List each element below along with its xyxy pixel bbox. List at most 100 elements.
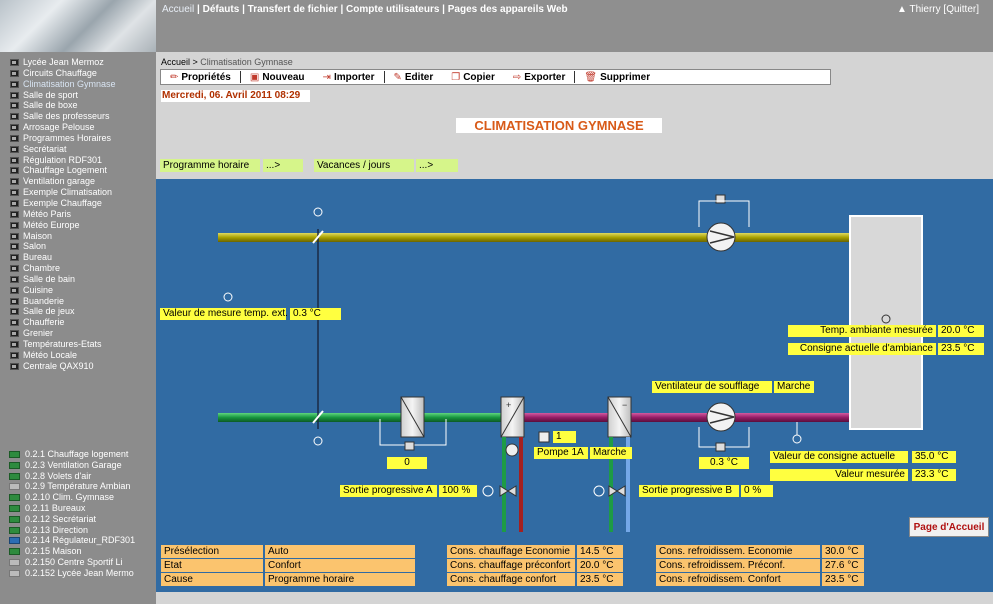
plant-item[interactable]: 0.2.14 Régulateur_RDF301 <box>0 535 156 546</box>
sidebar-item[interactable]: Salle de boxe <box>0 100 156 111</box>
new-label: Nouveau <box>262 71 305 83</box>
sidebar-item[interactable]: Régulation RDF301 <box>0 155 156 166</box>
edit-button[interactable]: ✎ Editer <box>385 72 443 83</box>
sidebar-item[interactable]: Météo Paris <box>0 209 156 220</box>
sidebar-item[interactable]: Centrale QAX910 <box>0 361 156 372</box>
holidays-link[interactable]: Vacances / jours <box>314 159 414 172</box>
sidebar-item[interactable]: Chaufferie <box>0 317 156 328</box>
plant-item[interactable]: 0.2.10 Clim. Gymnase <box>0 492 156 503</box>
device-icon <box>9 494 20 502</box>
plant-list: 0.2.1 Chauffage logement 0.2.3 Ventilatio… <box>0 449 156 579</box>
sidebar-item[interactable]: Bureau <box>0 252 156 263</box>
schedule-link[interactable]: Programme horaire <box>160 159 260 172</box>
menu-accueil[interactable]: Accueil <box>162 4 194 15</box>
valve-b-label: Sortie progressive B <box>639 485 739 497</box>
schedule-link-arrow[interactable]: ...> <box>263 159 303 172</box>
sidebar-item[interactable]: Chambre <box>0 263 156 274</box>
export-label: Exporter <box>524 71 566 83</box>
import-button[interactable]: ⇥ Importer <box>314 72 384 83</box>
sidebar-item[interactable]: Secrétariat <box>0 144 156 155</box>
sidebar-item-label: Bureau <box>23 252 53 263</box>
heating-value: 20.0 °C <box>577 559 623 572</box>
copy-button[interactable]: ❐ Copier <box>442 72 504 83</box>
status-value: Confort <box>265 559 415 572</box>
plant-item[interactable]: 0.2.8 Volets d'air <box>0 471 156 482</box>
home-page-button[interactable]: Page d'Accueil <box>909 517 989 537</box>
plant-item[interactable]: 0.2.9 Température Ambian <box>0 481 156 492</box>
sidebar-item-label: Circuits Chauffage <box>23 67 97 78</box>
menu-defauts[interactable]: Défauts <box>203 4 240 15</box>
sidebar-item-label: Centrale QAX910 <box>23 360 94 371</box>
new-button[interactable]: ▣ Nouveau <box>241 72 314 83</box>
sidebar-item[interactable]: Exemple Climatisation <box>0 187 156 198</box>
sidebar-item[interactable]: Chauffage Logement <box>0 165 156 176</box>
heating-value: 23.5 °C <box>577 573 623 586</box>
page-icon <box>10 113 19 121</box>
plant-item[interactable]: 0.2.1 Chauffage logement <box>0 449 156 460</box>
menu-transfert[interactable]: Transfert de fichier <box>248 4 338 15</box>
sidebar-item[interactable]: Salle de sport <box>0 90 156 101</box>
supply-setpoint-value: 35.0 °C <box>912 451 956 463</box>
page-icon <box>10 167 19 175</box>
plant-item-label: 0.2.15 Maison <box>25 546 82 557</box>
plant-item[interactable]: 0.2.15 Maison <box>0 546 156 557</box>
logout-link[interactable]: [Quitter] <box>943 4 979 15</box>
plant-item[interactable]: 0.2.13 Direction <box>0 525 156 536</box>
page-icon <box>10 232 19 240</box>
device-icon <box>9 569 20 577</box>
breadcrumb: Accueil > Climatisation Gymnase <box>161 57 293 67</box>
export-button[interactable]: ⇨ Exporter <box>504 72 575 83</box>
sidebar-item-label: Températures-Etats <box>23 338 102 349</box>
breadcrumb-home[interactable]: Accueil <box>161 57 190 67</box>
menu-comptes[interactable]: Compte utilisateurs <box>346 4 439 15</box>
sidebar-item[interactable]: Salon <box>0 241 156 252</box>
sidebar-item-label: Chaufferie <box>23 317 65 328</box>
cooling-label: Cons. refroidissem. Préconf. <box>656 559 820 572</box>
top-bar: Accueil | Défauts | Transfert de fichier… <box>156 0 993 52</box>
sidebar-item[interactable]: Températures-Etats <box>0 339 156 350</box>
fresh-air-duct <box>218 413 504 422</box>
damper-actuator-icon <box>313 436 323 446</box>
plant-item[interactable]: 0.2.11 Bureaux <box>0 503 156 514</box>
menu-pages-web[interactable]: Pages des appareils Web <box>448 4 568 15</box>
sidebar-item[interactable]: Maison <box>0 231 156 242</box>
pump-icon <box>505 443 519 457</box>
sidebar-item[interactable]: Ventilation garage <box>0 176 156 187</box>
plant-item[interactable]: 0.2.150 Centre Sportif Li <box>0 557 156 568</box>
plant-item[interactable]: 0.2.12 Secrétariat <box>0 514 156 525</box>
sidebar-item[interactable]: Salle de bain <box>0 274 156 285</box>
filter-switch-icon <box>404 441 415 451</box>
breadcrumb-current: Climatisation Gymnase <box>200 57 293 67</box>
plant-item-label: 0.2.10 Clim. Gymnase <box>25 492 115 503</box>
sidebar-item[interactable]: Lycée Jean Mermoz <box>0 57 156 68</box>
plant-item-label: 0.2.8 Volets d'air <box>25 470 92 481</box>
sidebar-item[interactable]: Buanderie <box>0 296 156 307</box>
sidebar-item[interactable]: Météo Europe <box>0 220 156 231</box>
sidebar-item[interactable]: Cuisine <box>0 285 156 296</box>
sidebar-item[interactable]: Exemple Chauffage <box>0 198 156 209</box>
filter-value: 0 <box>387 457 427 469</box>
page-icon <box>10 319 19 327</box>
plant-item[interactable]: 0.2.3 Ventilation Garage <box>0 460 156 471</box>
sidebar-item-label: Météo Paris <box>23 208 72 219</box>
export-icon: ⇨ <box>512 71 522 83</box>
pump-indicator-icon <box>538 431 550 443</box>
sidebar-item[interactable]: Grenier <box>0 328 156 339</box>
copy-label: Copier <box>463 71 495 83</box>
edit-icon: ✎ <box>393 71 402 83</box>
properties-button[interactable]: ✏ Propriétés <box>161 72 240 83</box>
holidays-link-arrow[interactable]: ...> <box>416 159 458 172</box>
sidebar-item[interactable]: Programmes Horaires <box>0 133 156 144</box>
sidebar-item-label: Exemple Chauffage <box>23 197 102 208</box>
sidebar-item[interactable]: Climatisation Gymnase <box>0 79 156 90</box>
supply-fan-label: Ventilateur de soufflage <box>652 381 772 393</box>
sidebar-item[interactable]: Météo Locale <box>0 350 156 361</box>
status-label: Présélection <box>161 545 263 558</box>
sidebar-item[interactable]: Salle de jeux <box>0 306 156 317</box>
sidebar-item[interactable]: Circuits Chauffage <box>0 68 156 79</box>
plant-item[interactable]: 0.2.152 Lycée Jean Mermo <box>0 568 156 579</box>
sidebar-item[interactable]: Arrosage Pelouse <box>0 122 156 133</box>
sidebar-item[interactable]: Salle des professeurs <box>0 111 156 122</box>
delete-button[interactable]: 🗑 Supprimer <box>575 72 659 83</box>
status-value: Auto <box>265 545 415 558</box>
